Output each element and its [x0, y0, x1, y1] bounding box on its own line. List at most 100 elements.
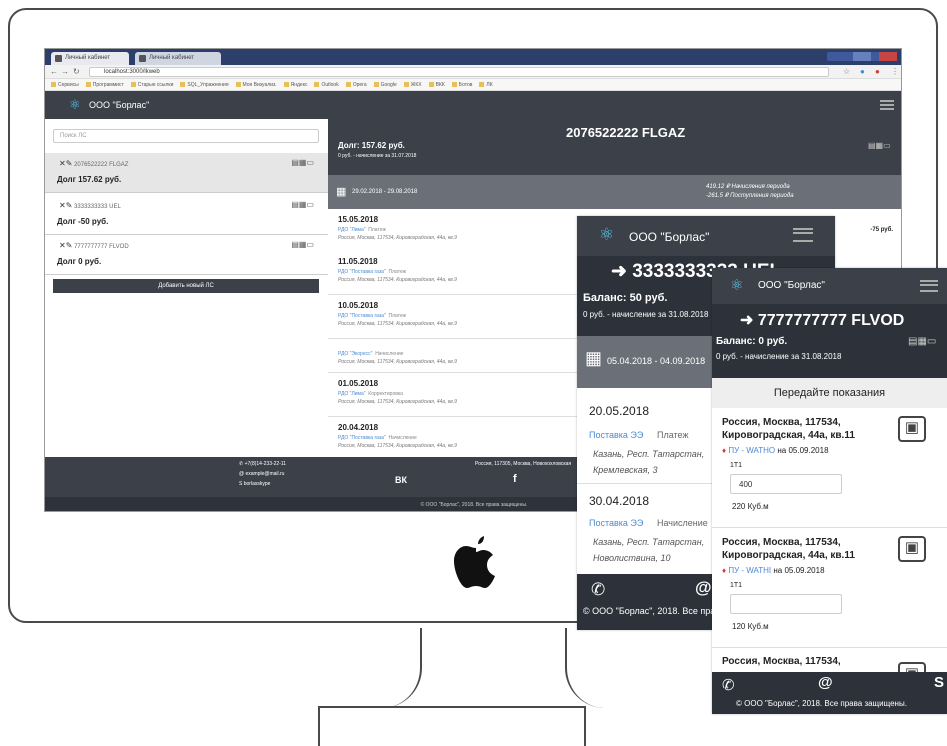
chart-list-icons[interactable]: ▤▦▭ — [291, 158, 314, 167]
account-search-input[interactable]: Поиск ЛС — [53, 129, 319, 143]
email-icon[interactable]: @ — [695, 578, 712, 598]
meter-card: Россия, Москва, 117534, Кировоградская, … — [712, 528, 947, 648]
reload-icon[interactable]: ↻ — [73, 67, 80, 77]
maximize-icon[interactable] — [853, 52, 871, 61]
meter-label: ♦ ПУ - WATHI на 05.09.2018 — [722, 566, 825, 575]
meter-value-input[interactable] — [730, 594, 842, 614]
bookmark-item[interactable]: Моя Визуализ. — [236, 82, 277, 88]
chart-list-icons[interactable]: ▤▦▭ — [291, 240, 314, 249]
transaction-type: Платеж — [388, 269, 407, 275]
edit-icon[interactable]: ✎ — [66, 201, 73, 210]
transaction-source[interactable]: РДО "Лима" — [338, 391, 366, 397]
transaction-source[interactable]: РДО "Экоресс" — [338, 351, 372, 357]
calendar-icon[interactable]: ▦ — [585, 348, 602, 369]
react-logo-icon: ⚛ — [730, 277, 744, 294]
footer-skype[interactable]: S borlasskype — [239, 481, 270, 487]
account-debt: Долг: 157.62 руб. — [338, 141, 405, 150]
close-icon[interactable]: ✕ — [59, 201, 66, 210]
phone-icon[interactable]: ✆ — [591, 580, 605, 600]
tariff-label: 1T1 — [730, 582, 743, 589]
extension-icon[interactable]: ● — [860, 67, 865, 77]
back-arrow-icon[interactable]: ➜ — [740, 312, 753, 329]
email-icon[interactable]: @ — [818, 674, 833, 691]
meter-value-input[interactable]: 400 — [730, 474, 842, 494]
skype-icon[interactable]: S — [934, 674, 944, 691]
close-icon[interactable]: ✕ — [59, 241, 66, 250]
calendar-icon[interactable]: ▦ — [336, 185, 346, 198]
bookmark-item[interactable]: Outlook — [314, 82, 338, 88]
bookmark-item[interactable]: ЛК — [479, 82, 492, 88]
view-switch-icons[interactable]: ▤▦▭ — [908, 336, 936, 347]
account-number: 7777777777 FLVOD — [74, 244, 129, 250]
bookmarks-bar: Сервисы Программист Старые ссылки SQL_Упраж… — [45, 79, 901, 91]
transaction-type: Начисление — [657, 518, 708, 528]
transaction-address: Россия, Москва, 117534, Кировоградская, … — [338, 321, 457, 327]
transaction-source[interactable]: РДО "Поставка газа" — [338, 313, 386, 319]
star-icon[interactable]: ☆ — [843, 67, 850, 77]
bookmark-item[interactable]: Сервисы — [51, 82, 79, 88]
window-controls[interactable] — [827, 52, 897, 61]
facebook-icon[interactable]: f — [513, 473, 517, 485]
transaction-address: Казань, Респ. Татарстан, Кремлевская, 3 — [593, 449, 705, 475]
save-icon[interactable]: ▣ — [898, 536, 926, 562]
account-item-2[interactable]: ✕✎ 3333333333 UEL ▤▦▭ Долг -50 руб. — [45, 195, 328, 235]
transaction-date: 20.05.2018 — [589, 404, 650, 418]
transaction-date: 01.05.2018 — [338, 379, 379, 388]
company-name: ООО "Борлас" — [758, 280, 825, 291]
bookmark-item[interactable]: ВКК — [429, 82, 445, 88]
account-item-3[interactable]: ✕✎ 7777777777 FLVOD ▤▦▭ Долг 0 руб. — [45, 235, 328, 275]
bookmark-item[interactable]: ЖКХ — [404, 82, 422, 88]
bookmark-item[interactable]: Яндекс — [284, 82, 308, 88]
tab-favicon-icon — [55, 55, 62, 62]
mobile-account-header: ➜ 7777777777 FLVOD Баланс: 0 руб. 0 руб.… — [712, 304, 947, 378]
mobile-view-2: ⚛ ООО "Борлас" ➜ 7777777777 FLVOD Баланс… — [712, 268, 947, 714]
save-icon[interactable]: ▣ — [898, 416, 926, 442]
mobile-footer: ✆ @ S © ООО "Борлас", 2018. Все права за… — [712, 672, 947, 714]
address-bar-row: ← → ↻ localhost:3000/lkweb ☆ ● ● ⋮ — [45, 65, 901, 79]
menu-dots-icon[interactable]: ⋮ — [891, 67, 899, 77]
account-debt: Долг -50 руб. — [57, 217, 109, 226]
phone-icon[interactable]: ✆ — [722, 676, 735, 694]
bookmark-item[interactable]: Google — [374, 82, 397, 88]
transaction-source[interactable]: РДО "Поставка газа" — [338, 435, 386, 441]
period-range: 29.02.2018 - 29.08.2018 — [352, 189, 418, 195]
tab-favicon-icon — [139, 55, 146, 62]
edit-icon[interactable]: ✎ — [66, 159, 73, 168]
accrual-note: 0 руб. - начисление за 31.08.2018 — [583, 310, 709, 319]
add-account-button[interactable]: Добавить новый ЛС — [53, 279, 319, 293]
bookmark-item[interactable]: Ботов — [452, 82, 473, 88]
back-icon[interactable]: ← — [50, 67, 58, 77]
edit-icon[interactable]: ✎ — [66, 241, 73, 250]
transaction-address: Казань, Респ. Татарстан, Новолиствина, 1… — [593, 537, 705, 563]
hamburger-menu-icon[interactable] — [920, 280, 938, 292]
extension-icon[interactable]: ● — [875, 67, 880, 77]
transaction-source[interactable]: Поставка ЭЭ — [589, 518, 643, 528]
react-logo-icon: ⚛ — [69, 97, 81, 112]
transaction-source[interactable]: РДО "Поставка газа" — [338, 269, 386, 275]
bookmark-item[interactable]: Старые ссылки — [131, 82, 174, 88]
bookmark-item[interactable]: Программист — [86, 82, 124, 88]
footer-phone[interactable]: ✆ +7(8)14-233-22-11 — [239, 461, 286, 467]
transaction-source[interactable]: Поставка ЭЭ — [589, 430, 643, 440]
footer-email[interactable]: @ example@mail.ru — [239, 471, 284, 477]
account-item-1[interactable]: ✕✎ 2076522222 FLGAZ ▤▦▭ Долг 157.62 руб. — [45, 153, 328, 193]
hamburger-menu-icon[interactable] — [793, 228, 813, 242]
view-switch-icons[interactable]: ▤▦▭ — [868, 141, 891, 150]
minimize-icon[interactable] — [827, 52, 845, 61]
transaction-type: Платеж — [657, 430, 689, 440]
bookmark-item[interactable]: Opera — [346, 82, 367, 88]
back-arrow-icon[interactable]: ➜ — [611, 261, 627, 282]
hamburger-menu-icon[interactable] — [880, 100, 894, 110]
bookmark-item[interactable]: SQL_Упражнения — [180, 82, 228, 88]
browser-tab-1[interactable]: Личный кабинет — [51, 52, 129, 65]
url-input[interactable]: localhost:3000/lkweb — [89, 67, 829, 77]
browser-tab-2[interactable]: Личный кабинет — [135, 52, 221, 65]
period-range: 05.04.2018 - 04.09.2018 — [607, 356, 706, 366]
transaction-source[interactable]: РДО "Лима" — [338, 227, 366, 233]
chart-list-icons[interactable]: ▤▦▭ — [291, 200, 314, 209]
close-icon[interactable] — [879, 52, 897, 61]
account-title: 2076522222 FLGAZ — [566, 125, 686, 140]
forward-icon[interactable]: → — [61, 67, 69, 77]
close-icon[interactable]: ✕ — [59, 159, 66, 168]
vk-icon[interactable]: ВК — [395, 475, 407, 485]
